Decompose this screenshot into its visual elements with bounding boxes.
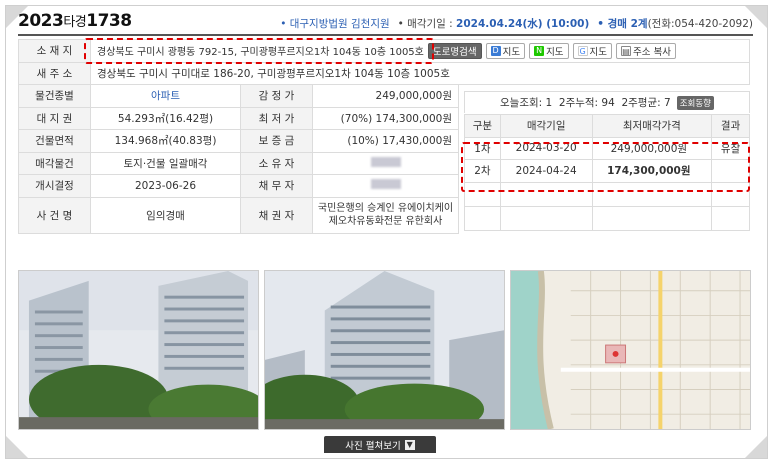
row-label: 채 권 자: [240, 196, 313, 234]
appraisal-value: 249,000,000원: [312, 84, 459, 108]
view-stats-text: 오늘조회: 1 2주누적: 94 2주평균: 7: [500, 97, 671, 109]
case-type: 타경: [63, 15, 87, 30]
row-label: 매각물건: [18, 151, 91, 175]
history-price: 249,000,000원: [591, 136, 713, 160]
row-label: 물건종별: [18, 84, 91, 108]
view-trend-button[interactable]: 조회동향: [676, 95, 714, 110]
header-info: • 대구지방법원 김천지원 • 매각기일 : 2024.04.24(水) (10…: [280, 16, 753, 31]
daum-map-label: 지도: [502, 46, 521, 58]
row-label: 최 저 가: [240, 106, 313, 130]
naver-icon: N: [534, 45, 545, 56]
daum-map-button[interactable]: D 지도: [485, 42, 526, 59]
history-header: 매각기일: [499, 114, 593, 138]
chevron-down-icon: ▼: [404, 439, 415, 450]
debtor-value: [312, 174, 459, 198]
row-label: 개시결정: [18, 174, 91, 198]
minimum-price: (70%) 174,300,000원: [312, 106, 459, 130]
sale-history-table: 구분 매각기일 최저매각가격 결과 1차 2024-03-20 249,000,…: [464, 114, 750, 253]
photo-gallery: [18, 270, 751, 430]
history-price: 174,300,000원: [591, 159, 713, 183]
row-label: 대 지 권: [18, 106, 91, 130]
copy-address-button[interactable]: ▤ 주소 복사: [616, 42, 677, 59]
case-num: 1738: [86, 11, 132, 31]
naver-map-label: 지도: [546, 46, 564, 58]
history-result: 유찰: [711, 136, 750, 160]
google-map-button[interactable]: G 지도: [572, 42, 613, 59]
address-label: 소 재 지: [18, 39, 91, 63]
copy-icon: ▤: [621, 45, 632, 56]
case-name: 임의경매: [90, 196, 241, 234]
history-header: 구분: [464, 114, 501, 138]
expand-photos-button[interactable]: 사진 펼쳐보기 ▼: [324, 436, 436, 453]
court-name: • 대구지방법원 김천지원: [280, 18, 390, 30]
google-icon: G: [577, 45, 588, 56]
row-label: 사 건 명: [18, 196, 91, 234]
row-label: 소 유 자: [240, 151, 313, 175]
road-search-button[interactable]: 도로명검색: [427, 42, 482, 59]
location-map[interactable]: [510, 270, 751, 430]
history-date: 2024-04-24: [499, 159, 593, 183]
history-header: 결과: [711, 114, 750, 138]
row-label: 감 정 가: [240, 84, 313, 108]
row-label: 건물면적: [18, 129, 91, 153]
dept-info: • 경매 2계(전화:054-420-2092): [597, 16, 753, 31]
redacted-owner: [370, 156, 401, 167]
history-date: 2024-03-20: [499, 136, 593, 160]
history-result: [711, 159, 750, 183]
sale-object: 토지·건물 일괄매각: [90, 151, 241, 175]
view-stats: 오늘조회: 1 2주누적: 94 2주평균: 7 조회동향: [464, 91, 750, 113]
corner-decoration: [6, 436, 28, 458]
sale-date-label: • 매각기일 :: [397, 18, 457, 30]
redacted-debtor: [370, 179, 401, 190]
corner-decoration: [745, 436, 767, 458]
deposit: (10%) 17,430,000원: [312, 129, 459, 153]
address-cell: 경상북도 구미시 광평동 792-15, 구미광평푸르지오1차 104동 10층…: [90, 39, 750, 63]
case-number: 2023타경1738: [18, 11, 132, 31]
property-type-link[interactable]: 아파트: [90, 84, 241, 108]
owner-value: [312, 151, 459, 175]
google-map-label: 지도: [589, 46, 608, 58]
dept-label: • 경매 2계: [597, 18, 648, 30]
row-label: 보 증 금: [240, 129, 313, 153]
new-address-label: 새 주 소: [18, 61, 91, 85]
naver-map-button[interactable]: N 지도: [529, 42, 569, 59]
row-label: 채 무 자: [240, 174, 313, 198]
start-decision-date: 2023-06-26: [90, 174, 241, 198]
creditor-value: 국민은행의 승계인 유에이치케이 제오차유동화전문 유한회사: [312, 196, 459, 234]
sale-date: 2024.04.24(水) (10:00): [456, 18, 590, 30]
history-round: 1차: [464, 136, 501, 160]
history-round: 2차: [464, 159, 501, 183]
expand-photos-label: 사진 펼쳐보기: [345, 440, 401, 452]
dept-phone: (전화:054-420-2092): [647, 18, 753, 30]
land-right-value: 54.293㎡(16.42평): [90, 106, 241, 130]
copy-address-label: 주소 복사: [633, 46, 672, 58]
history-header: 최저매각가격: [591, 114, 713, 138]
daum-icon: D: [490, 45, 501, 56]
apartment-photo-2[interactable]: [264, 270, 505, 430]
new-address: 경상북도 구미시 구미대로 186-20, 구미광평푸르지오1차 104동 10…: [90, 61, 750, 85]
sale-date-info: • 매각기일 : 2024.04.24(水) (10:00): [398, 16, 590, 31]
address-text: 경상북도 구미시 광평동 792-15, 구미광평푸르지오1차 104동 10층…: [97, 47, 424, 59]
case-header: 2023타경1738 • 대구지방법원 김천지원 • 매각기일 : 2024.0…: [18, 11, 753, 36]
case-year: 2023: [18, 11, 64, 31]
apartment-photo-1[interactable]: [18, 270, 259, 430]
building-area: 134.968㎡(40.83평): [90, 129, 241, 153]
